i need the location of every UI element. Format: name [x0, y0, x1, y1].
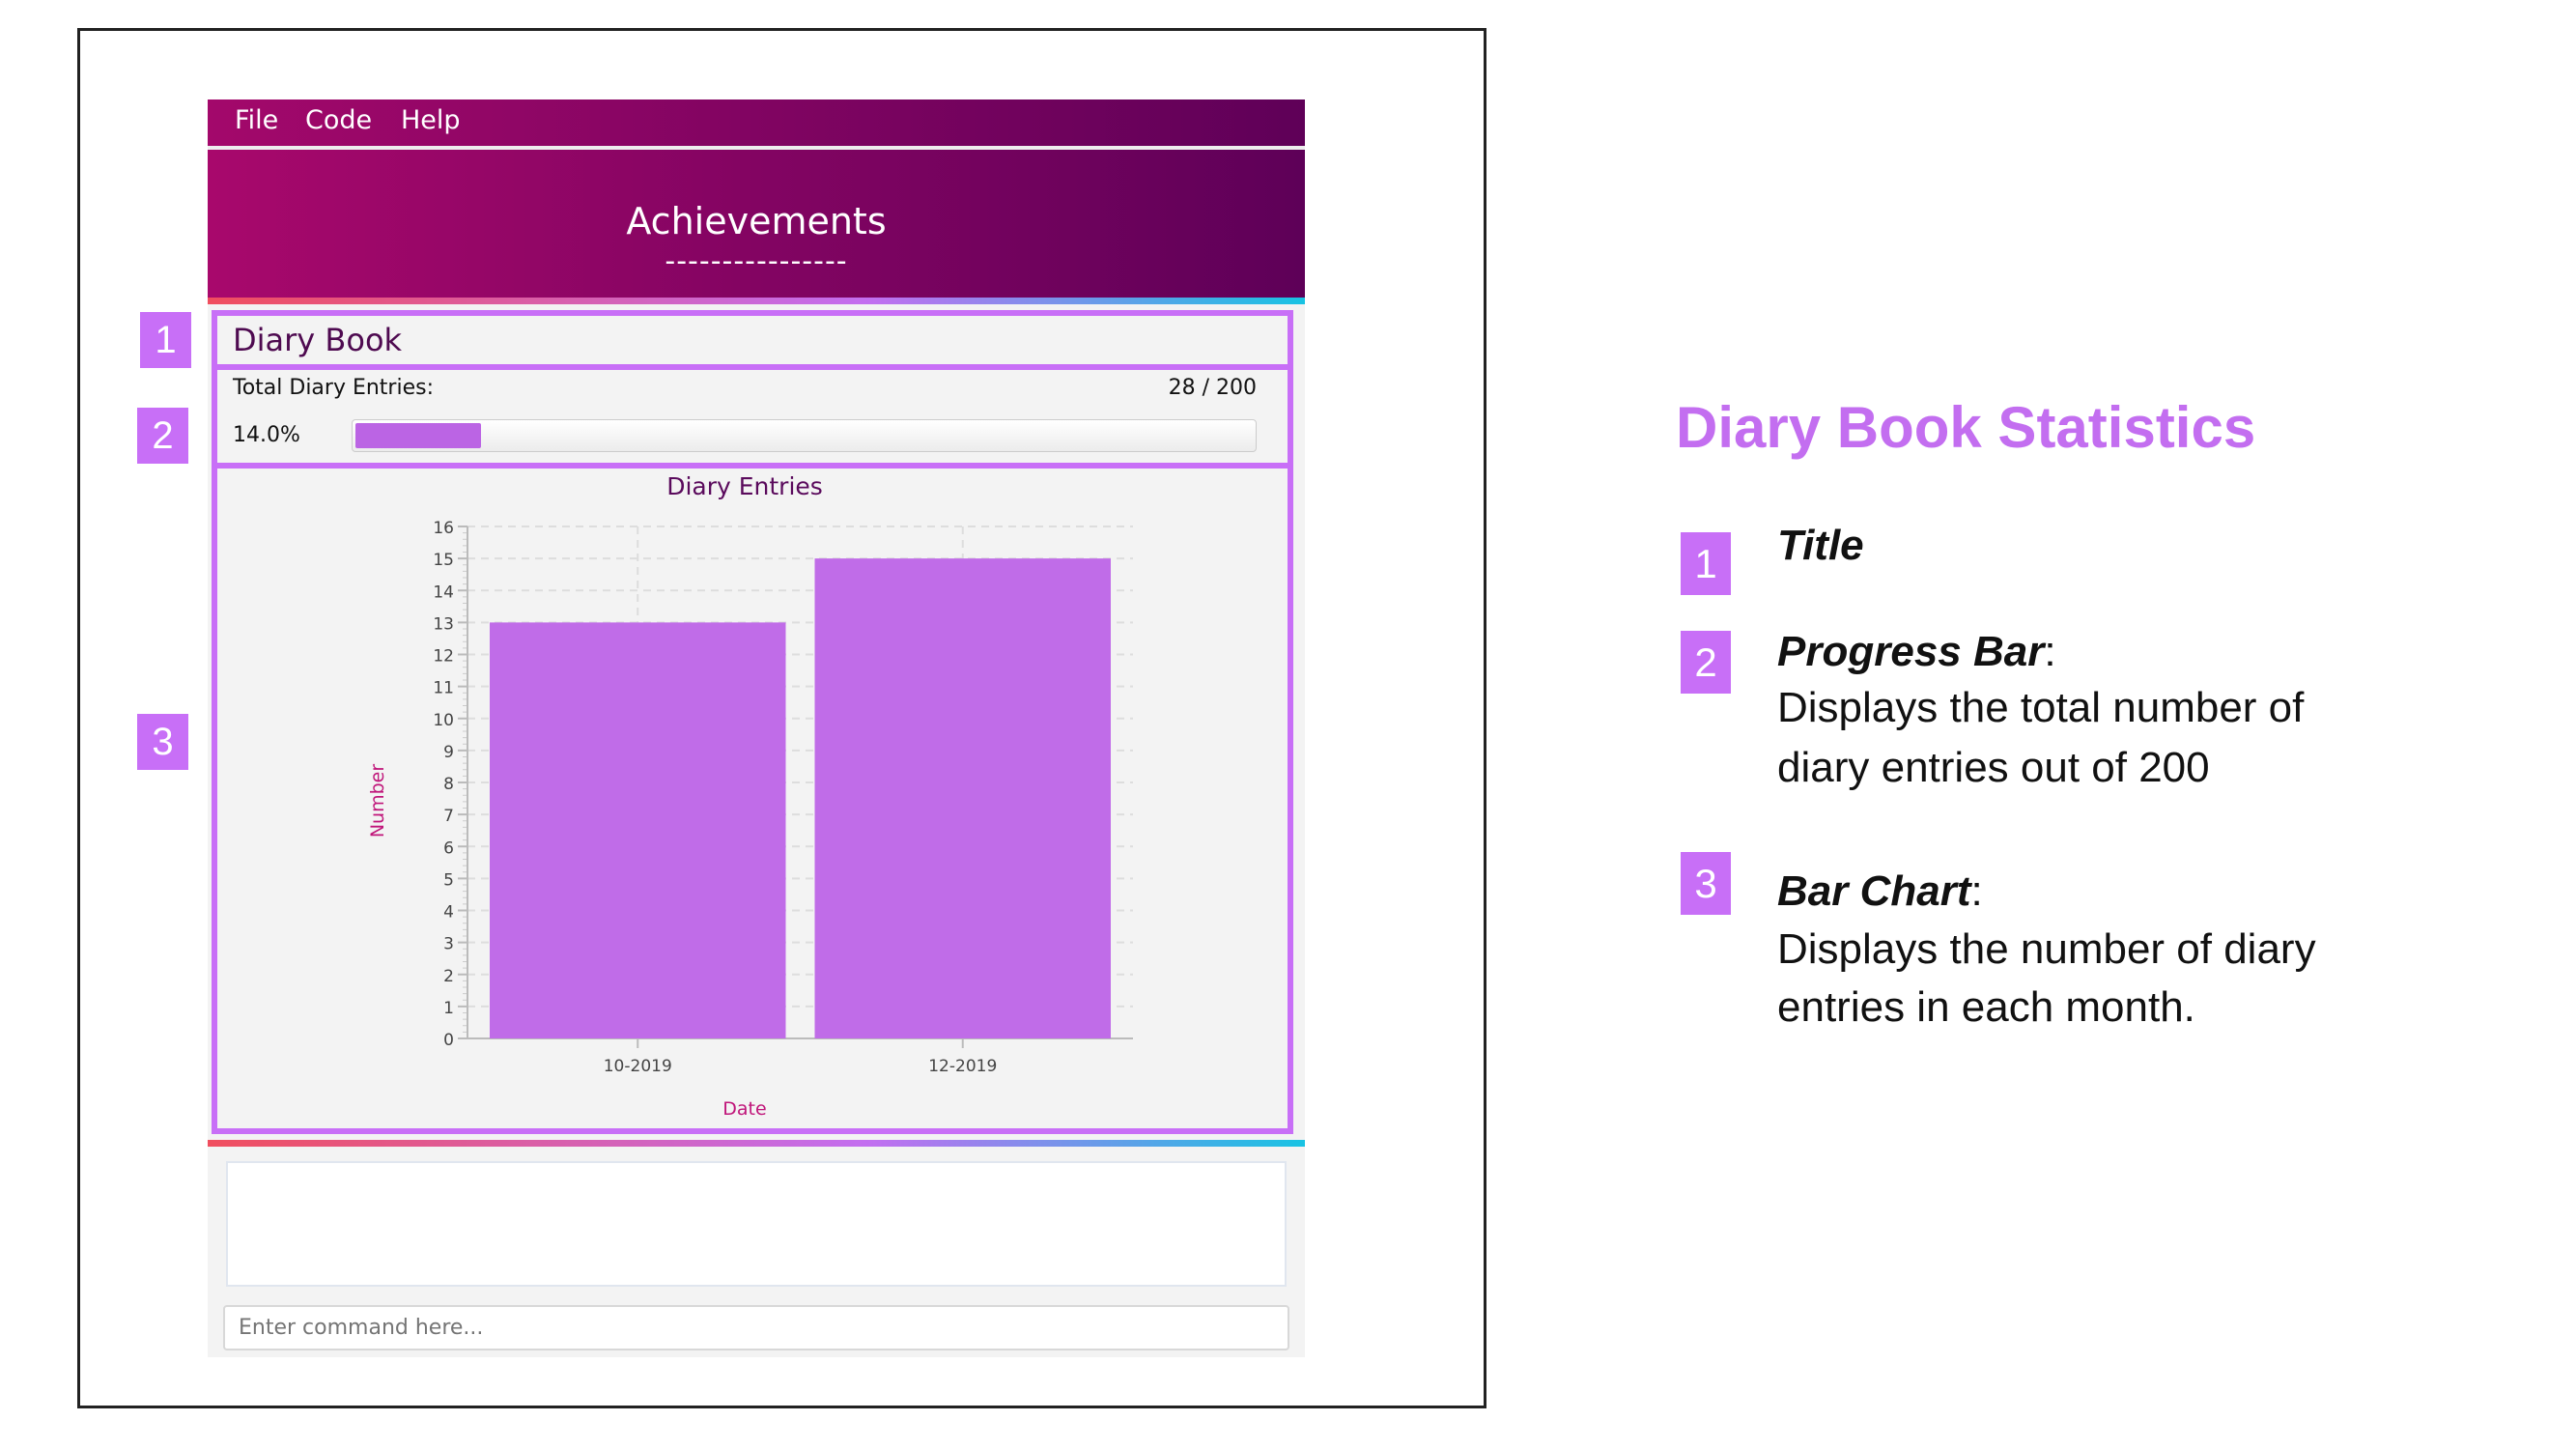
y-tick-label: 4: [443, 903, 454, 923]
y-tick-label: 3: [443, 935, 454, 954]
y-tick-label: 11: [433, 679, 454, 698]
legend-badge-1: 1: [1681, 532, 1731, 595]
y-tick-label: 10: [433, 711, 454, 730]
callout-badge-3: 3: [137, 714, 188, 770]
y-tick-label: 14: [433, 582, 454, 602]
gradient-divider-bottom: [208, 1140, 1305, 1147]
result-display: [226, 1161, 1287, 1287]
legend-badge-2: 2: [1681, 631, 1731, 694]
y-tick-label: 15: [433, 551, 454, 570]
legend-heading-progress: Progress Bar: [1777, 628, 2045, 675]
bar-chart: Diary Entries01234567891011121314151610-…: [367, 472, 1133, 1120]
y-tick-label: 1: [443, 999, 454, 1018]
y-tick-label: 13: [433, 614, 454, 634]
x-axis-label: Date: [722, 1098, 766, 1120]
y-tick-label: 0: [443, 1031, 454, 1050]
command-input[interactable]: [223, 1305, 1289, 1350]
legend-text: diary entries out of 200: [1777, 744, 2210, 791]
y-tick-label: 16: [433, 519, 454, 538]
y-tick-label: 5: [443, 870, 454, 890]
callout-badge-1: 1: [140, 312, 191, 368]
y-tick-label: 8: [443, 775, 454, 794]
bar-12-2019: [814, 558, 1111, 1038]
legend-text: entries in each month.: [1777, 983, 2195, 1031]
y-tick-label: 7: [443, 807, 454, 826]
bar-10-2019: [490, 622, 786, 1038]
y-axis-label: Number: [367, 764, 388, 838]
legend-text: Displays the number of diary: [1777, 925, 2316, 973]
app-window: File Code Help Achievements ------------…: [208, 99, 1305, 1357]
y-tick-label: 6: [443, 838, 454, 858]
chart-title: Diary Entries: [666, 472, 823, 500]
legend-text: Displays the total number of: [1777, 684, 2305, 731]
x-tick-label: 10-2019: [604, 1057, 672, 1076]
callout-badge-2: 2: [137, 408, 188, 464]
legend-badge-3: 3: [1681, 852, 1731, 915]
legend-heading-title: Title: [1777, 522, 1864, 569]
y-tick-label: 2: [443, 967, 454, 986]
x-tick-label: 12-2019: [928, 1057, 997, 1076]
y-tick-label: 9: [443, 743, 454, 762]
legend-heading-chart: Bar Chart: [1777, 867, 1971, 915]
legend-title: Diary Book Statistics: [1676, 395, 2256, 460]
y-tick-label: 12: [433, 647, 454, 667]
